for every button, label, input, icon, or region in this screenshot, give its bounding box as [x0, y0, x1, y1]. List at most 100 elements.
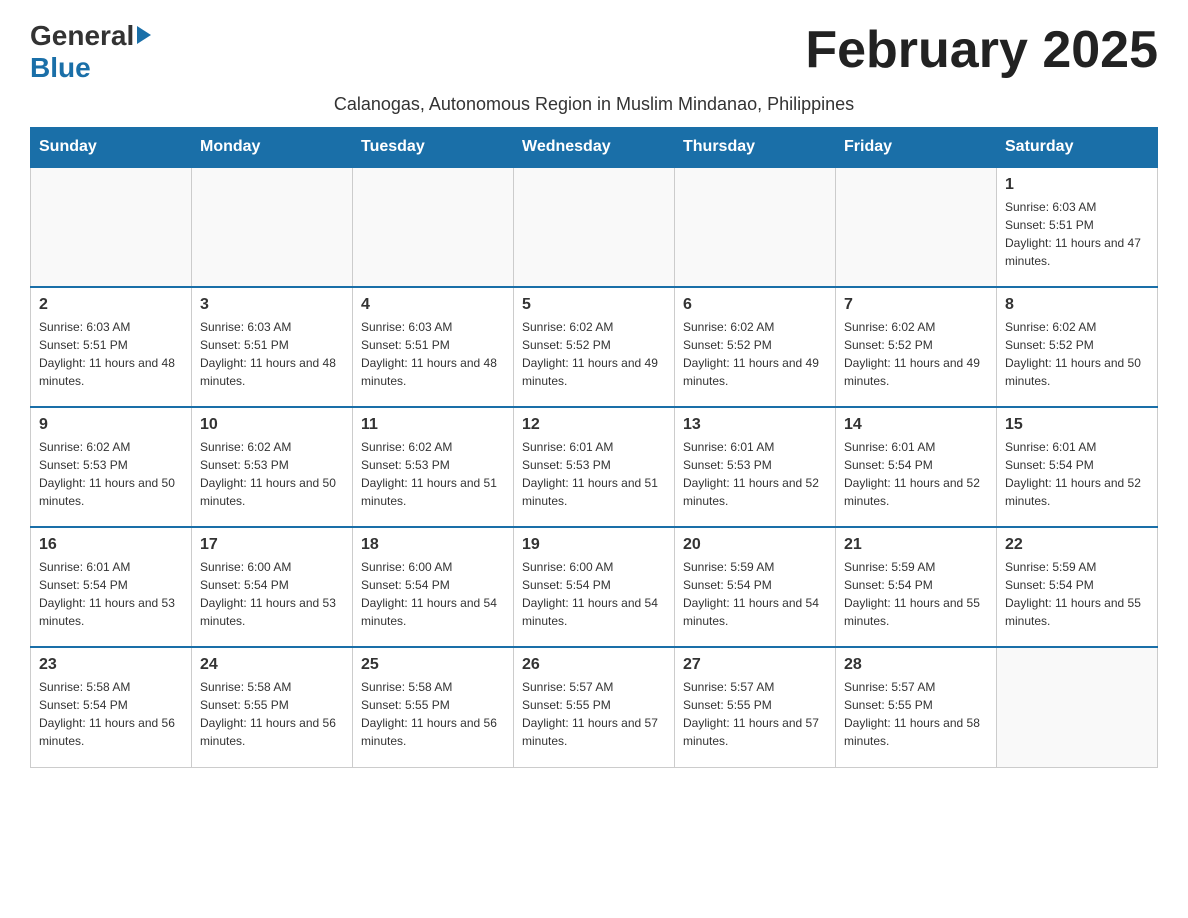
calendar-cell	[514, 167, 675, 287]
day-info: Sunrise: 6:03 AM Sunset: 5:51 PM Dayligh…	[361, 318, 505, 390]
calendar-cell: 18 Sunrise: 6:00 AM Sunset: 5:54 PM Dayli…	[353, 527, 514, 647]
day-info: Sunrise: 6:00 AM Sunset: 5:54 PM Dayligh…	[361, 558, 505, 630]
calendar-cell: 28 Sunrise: 5:57 AM Sunset: 5:55 PM Dayli…	[836, 647, 997, 767]
day-info: Sunrise: 6:00 AM Sunset: 5:54 PM Dayligh…	[522, 558, 666, 630]
day-number: 4	[361, 296, 505, 314]
month-title: February 2025	[805, 20, 1158, 80]
day-info: Sunrise: 6:03 AM Sunset: 5:51 PM Dayligh…	[1005, 198, 1149, 270]
weekday-header-friday: Friday	[836, 128, 997, 168]
calendar-cell: 15Sunrise: 6:01 AM Sunset: 5:54 PM Dayli…	[997, 407, 1158, 527]
day-number: 1	[1005, 176, 1149, 194]
day-number: 9	[39, 416, 183, 434]
day-number: 11	[361, 416, 505, 434]
weekday-header-monday: Monday	[192, 128, 353, 168]
day-info: Sunrise: 6:02 AM Sunset: 5:53 PM Dayligh…	[39, 438, 183, 510]
day-number: 16	[39, 536, 183, 554]
day-info: Sunrise: 6:01 AM Sunset: 5:53 PM Dayligh…	[522, 438, 666, 510]
calendar-cell: 14 Sunrise: 6:01 AM Sunset: 5:54 PM Dayli…	[836, 407, 997, 527]
calendar-cell: 17Sunrise: 6:00 AM Sunset: 5:54 PM Dayli…	[192, 527, 353, 647]
calendar-cell	[836, 167, 997, 287]
calendar-cell: 16 Sunrise: 6:01 AM Sunset: 5:54 PM Dayli…	[31, 527, 192, 647]
day-info: Sunrise: 5:57 AM Sunset: 5:55 PM Dayligh…	[522, 678, 666, 750]
calendar-cell: 9 Sunrise: 6:02 AM Sunset: 5:53 PM Daylig…	[31, 407, 192, 527]
calendar-cell: 21 Sunrise: 5:59 AM Sunset: 5:54 PM Dayli…	[836, 527, 997, 647]
calendar-cell: 7 Sunrise: 6:02 AM Sunset: 5:52 PM Daylig…	[836, 287, 997, 407]
day-info: Sunrise: 6:03 AM Sunset: 5:51 PM Dayligh…	[200, 318, 344, 390]
calendar-cell	[31, 167, 192, 287]
calendar-cell: 12 Sunrise: 6:01 AM Sunset: 5:53 PM Dayli…	[514, 407, 675, 527]
week-row-4: 16 Sunrise: 6:01 AM Sunset: 5:54 PM Dayli…	[31, 527, 1158, 647]
day-info: Sunrise: 5:59 AM Sunset: 5:54 PM Dayligh…	[844, 558, 988, 630]
day-number: 12	[522, 416, 666, 434]
weekday-header-sunday: Sunday	[31, 128, 192, 168]
logo: General Blue	[30, 20, 151, 84]
day-info: Sunrise: 6:02 AM Sunset: 5:52 PM Dayligh…	[844, 318, 988, 390]
calendar-cell: 4 Sunrise: 6:03 AM Sunset: 5:51 PM Daylig…	[353, 287, 514, 407]
calendar-cell: 11 Sunrise: 6:02 AM Sunset: 5:53 PM Dayli…	[353, 407, 514, 527]
day-number: 21	[844, 536, 988, 554]
calendar-cell: 3 Sunrise: 6:03 AM Sunset: 5:51 PM Daylig…	[192, 287, 353, 407]
weekday-header-thursday: Thursday	[675, 128, 836, 168]
weekday-header-tuesday: Tuesday	[353, 128, 514, 168]
day-info: Sunrise: 6:02 AM Sunset: 5:52 PM Dayligh…	[522, 318, 666, 390]
calendar-cell: 1 Sunrise: 6:03 AM Sunset: 5:51 PM Daylig…	[997, 167, 1158, 287]
day-number: 15	[1005, 416, 1149, 434]
calendar-cell	[192, 167, 353, 287]
calendar-cell: 22 Sunrise: 5:59 AM Sunset: 5:54 PM Dayli…	[997, 527, 1158, 647]
calendar-subtitle: Calanogas, Autonomous Region in Muslim M…	[30, 94, 1158, 115]
day-info: Sunrise: 6:02 AM Sunset: 5:52 PM Dayligh…	[1005, 318, 1149, 390]
day-number: 7	[844, 296, 988, 314]
page-header: General Blue February 2025	[30, 20, 1158, 84]
day-number: 8	[1005, 296, 1149, 314]
day-info: Sunrise: 6:01 AM Sunset: 5:54 PM Dayligh…	[39, 558, 183, 630]
calendar-cell: 24 Sunrise: 5:58 AM Sunset: 5:55 PM Dayli…	[192, 647, 353, 767]
day-number: 24	[200, 656, 344, 674]
day-info: Sunrise: 6:03 AM Sunset: 5:51 PM Dayligh…	[39, 318, 183, 390]
day-number: 3	[200, 296, 344, 314]
weekday-header-wednesday: Wednesday	[514, 128, 675, 168]
day-number: 2	[39, 296, 183, 314]
week-row-1: 1 Sunrise: 6:03 AM Sunset: 5:51 PM Daylig…	[31, 167, 1158, 287]
day-info: Sunrise: 5:58 AM Sunset: 5:55 PM Dayligh…	[361, 678, 505, 750]
day-number: 17	[200, 536, 344, 554]
calendar-cell: 13Sunrise: 6:01 AM Sunset: 5:53 PM Dayli…	[675, 407, 836, 527]
calendar-cell	[997, 647, 1158, 767]
logo-general-text: General	[30, 20, 134, 52]
day-info: Sunrise: 6:02 AM Sunset: 5:53 PM Dayligh…	[200, 438, 344, 510]
logo-blue-text: Blue	[30, 52, 91, 84]
logo-triangle-icon	[137, 26, 151, 44]
day-number: 19	[522, 536, 666, 554]
day-number: 14	[844, 416, 988, 434]
calendar-cell: 8 Sunrise: 6:02 AM Sunset: 5:52 PM Daylig…	[997, 287, 1158, 407]
day-number: 20	[683, 536, 827, 554]
week-row-2: 2 Sunrise: 6:03 AM Sunset: 5:51 PM Daylig…	[31, 287, 1158, 407]
day-info: Sunrise: 5:58 AM Sunset: 5:54 PM Dayligh…	[39, 678, 183, 750]
week-row-5: 23 Sunrise: 5:58 AM Sunset: 5:54 PM Dayli…	[31, 647, 1158, 767]
calendar-cell: 10Sunrise: 6:02 AM Sunset: 5:53 PM Dayli…	[192, 407, 353, 527]
day-info: Sunrise: 6:02 AM Sunset: 5:53 PM Dayligh…	[361, 438, 505, 510]
calendar-cell: 26 Sunrise: 5:57 AM Sunset: 5:55 PM Dayli…	[514, 647, 675, 767]
day-number: 18	[361, 536, 505, 554]
calendar-cell: 6 Sunrise: 6:02 AM Sunset: 5:52 PM Daylig…	[675, 287, 836, 407]
day-number: 13	[683, 416, 827, 434]
day-number: 22	[1005, 536, 1149, 554]
day-number: 28	[844, 656, 988, 674]
weekday-header-saturday: Saturday	[997, 128, 1158, 168]
day-number: 25	[361, 656, 505, 674]
day-number: 27	[683, 656, 827, 674]
calendar-cell: 2 Sunrise: 6:03 AM Sunset: 5:51 PM Daylig…	[31, 287, 192, 407]
calendar-cell: 23 Sunrise: 5:58 AM Sunset: 5:54 PM Dayli…	[31, 647, 192, 767]
weekday-header-row: SundayMondayTuesdayWednesdayThursdayFrid…	[31, 128, 1158, 168]
day-number: 26	[522, 656, 666, 674]
day-number: 6	[683, 296, 827, 314]
day-info: Sunrise: 6:01 AM Sunset: 5:54 PM Dayligh…	[844, 438, 988, 510]
day-number: 23	[39, 656, 183, 674]
day-info: Sunrise: 5:57 AM Sunset: 5:55 PM Dayligh…	[844, 678, 988, 750]
day-info: Sunrise: 5:58 AM Sunset: 5:55 PM Dayligh…	[200, 678, 344, 750]
day-number: 5	[522, 296, 666, 314]
day-info: Sunrise: 5:57 AM Sunset: 5:55 PM Dayligh…	[683, 678, 827, 750]
day-info: Sunrise: 6:02 AM Sunset: 5:52 PM Dayligh…	[683, 318, 827, 390]
calendar-cell	[675, 167, 836, 287]
day-info: Sunrise: 5:59 AM Sunset: 5:54 PM Dayligh…	[1005, 558, 1149, 630]
calendar-cell	[353, 167, 514, 287]
